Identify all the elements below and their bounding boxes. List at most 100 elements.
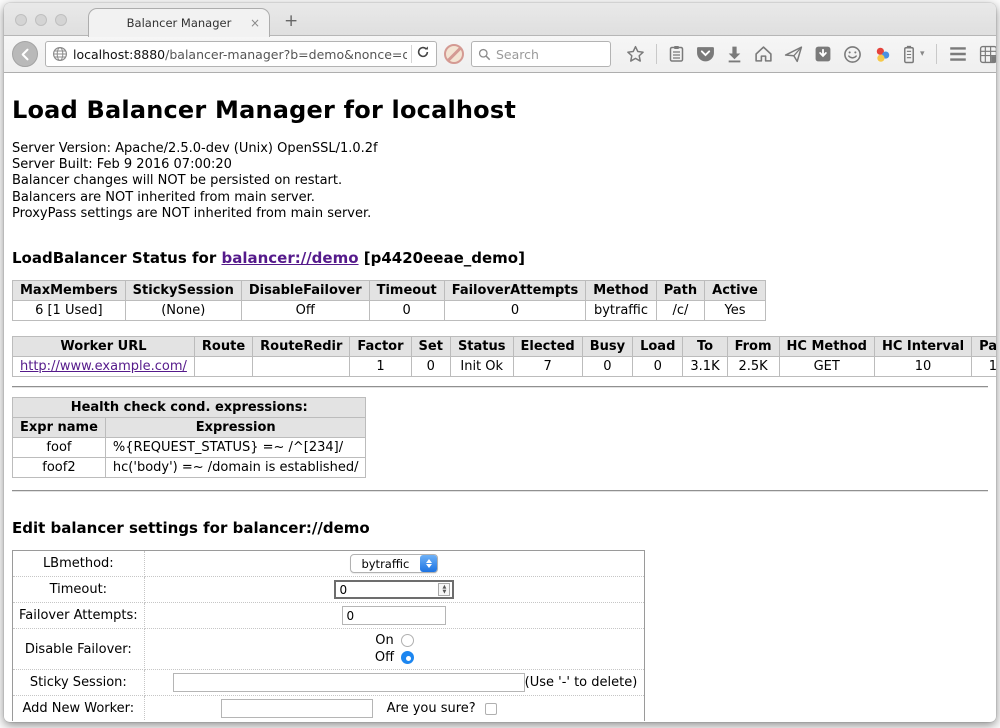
url-host: localhost:8880 (73, 47, 165, 62)
form-row-disable-failover: Disable Failover: On Off (13, 629, 645, 670)
are-you-sure-checkbox[interactable] (485, 703, 497, 715)
column-header: Load (633, 337, 683, 357)
column-header: MaxMembers (13, 281, 126, 301)
home-icon[interactable] (754, 45, 773, 63)
column-header: StickySession (125, 281, 241, 301)
column-header: HC Interval (874, 337, 971, 357)
add-worker-label: Add New Worker: (13, 696, 145, 721)
cell-to: 3.1K (683, 357, 727, 377)
dropdown-caret-icon[interactable]: ▾ (920, 49, 925, 59)
smiley-feedback-icon[interactable] (843, 45, 862, 64)
timeout-label: Timeout: (13, 577, 145, 603)
table-row: foof2 hc('body') =~ /domain is establish… (13, 458, 366, 478)
add-worker-input[interactable] (221, 699, 373, 718)
sticky-hint: (Use '-' to delete) (525, 675, 639, 690)
form-row-sticky: Sticky Session: (Use '-' to delete) (13, 670, 645, 696)
reload-button[interactable] (416, 45, 432, 63)
tab-balancer-manager[interactable]: Balancer Manager × (88, 8, 270, 37)
timeout-input[interactable]: 0 ▲▼ (334, 580, 454, 599)
cell-passes: 1 (0) (972, 357, 996, 377)
reload-icon (416, 45, 430, 59)
cell-active: Yes (705, 301, 766, 321)
browser-window: Balancer Manager × + localhost:8880/bala… (4, 3, 996, 722)
colors-extension-icon[interactable] (873, 45, 892, 64)
select-stepper-icon (420, 555, 437, 572)
cell-routeredir (253, 357, 350, 377)
column-header: Method (586, 281, 656, 301)
square-download-icon[interactable] (814, 45, 832, 63)
cell-elected: 7 (513, 357, 582, 377)
page-title: Load Balancer Manager for localhost (12, 73, 988, 124)
column-header: Timeout (369, 281, 444, 301)
number-spinner-icon[interactable]: ▲▼ (438, 583, 450, 596)
toolbar-divider (656, 44, 657, 64)
bookmark-star-icon[interactable] (626, 45, 645, 64)
cell-failoverattempts: 0 (444, 301, 586, 321)
balancer-settings-form: LBmethod: bytraffic Timeout: 0 ▲▼ (12, 550, 645, 721)
new-tab-button[interactable]: + (284, 11, 298, 31)
window-zoom-icon[interactable] (55, 14, 67, 26)
cell-path: /c/ (656, 301, 704, 321)
balancer-link[interactable]: balancer://demo (221, 249, 358, 267)
radio-off[interactable] (401, 651, 414, 664)
balancer-status-table: MaxMembers StickySession DisableFailover… (12, 280, 766, 321)
radio-on[interactable] (401, 634, 414, 647)
window-controls[interactable] (15, 14, 67, 26)
cell-from: 2.5K (727, 357, 779, 377)
grid-icon[interactable] (979, 45, 996, 64)
server-built: Server Built: Feb 9 2016 07:00:20 (12, 157, 988, 173)
search-placeholder: Search (496, 47, 539, 62)
battery-icon[interactable] (903, 45, 915, 64)
tab-title: Balancer Manager (127, 16, 232, 30)
column-header: RouteRedir (253, 337, 350, 357)
form-row-lbmethod: LBmethod: bytraffic (13, 551, 645, 577)
menu-icon[interactable] (948, 45, 968, 63)
cell-busy: 0 (582, 357, 632, 377)
url-text[interactable]: localhost:8880/balancer-manager?b=demo&n… (73, 47, 407, 62)
table-header-row: Expr name Expression (13, 418, 366, 438)
window-minimize-icon[interactable] (35, 14, 47, 26)
column-header: From (727, 337, 779, 357)
cell-expression: hc('body') =~ /domain is established/ (105, 458, 366, 478)
sticky-label: Sticky Session: (13, 670, 145, 696)
column-header: Expression (105, 418, 366, 438)
cell-maxmembers: 6 [1 Used] (13, 301, 126, 321)
form-row-add-worker: Add New Worker: Are you sure? (13, 696, 645, 721)
failover-input[interactable]: 0 (342, 606, 446, 625)
pocket-icon[interactable] (696, 45, 715, 63)
url-bar[interactable]: localhost:8880/balancer-manager?b=demo&n… (45, 41, 437, 67)
lbmethod-label: LBmethod: (13, 551, 145, 577)
table-row: 6 [1 Used] (None) Off 0 0 bytraffic /c/ … (13, 301, 766, 321)
reading-list-icon[interactable] (668, 45, 685, 63)
back-button[interactable] (12, 41, 38, 67)
lbmethod-select[interactable]: bytraffic (350, 554, 438, 573)
column-header: Status (450, 337, 513, 357)
column-header: DisableFailover (241, 281, 369, 301)
cell-factor: 1 (350, 357, 411, 377)
sticky-session-input[interactable] (173, 673, 525, 692)
toolbar-divider (936, 44, 937, 64)
column-header: Worker URL (13, 337, 195, 357)
navigation-toolbar: localhost:8880/balancer-manager?b=demo&n… (4, 36, 996, 73)
column-header: To (683, 337, 727, 357)
failover-label: Failover Attempts: (13, 603, 145, 629)
send-plane-icon[interactable] (784, 45, 803, 63)
table-header-row: MaxMembers StickySession DisableFailover… (13, 281, 766, 301)
column-header: Active (705, 281, 766, 301)
radio-off-label: Off (375, 650, 394, 665)
download-arrow-icon[interactable] (726, 45, 743, 63)
content-block-icon[interactable] (444, 44, 464, 64)
column-header: Elected (513, 337, 582, 357)
page-content: Load Balancer Manager for localhost Serv… (4, 73, 996, 721)
worker-url-link[interactable]: http://www.example.com/ (20, 359, 187, 374)
cell-load: 0 (633, 357, 683, 377)
cell-expression: %{REQUEST_STATUS} =~ /^[234]/ (105, 438, 366, 458)
proxypass-note: ProxyPass settings are NOT inherited fro… (12, 206, 988, 222)
column-header: Factor (350, 337, 411, 357)
window-close-icon[interactable] (15, 14, 27, 26)
search-bar[interactable]: Search (471, 41, 611, 67)
table-header-row: Worker URL Route RouteRedir Factor Set S… (13, 337, 997, 357)
tab-close-icon[interactable]: × (250, 16, 260, 30)
form-row-failover: Failover Attempts: 0 (13, 603, 645, 629)
balancers-note: Balancers are NOT inherited from main se… (12, 190, 988, 206)
